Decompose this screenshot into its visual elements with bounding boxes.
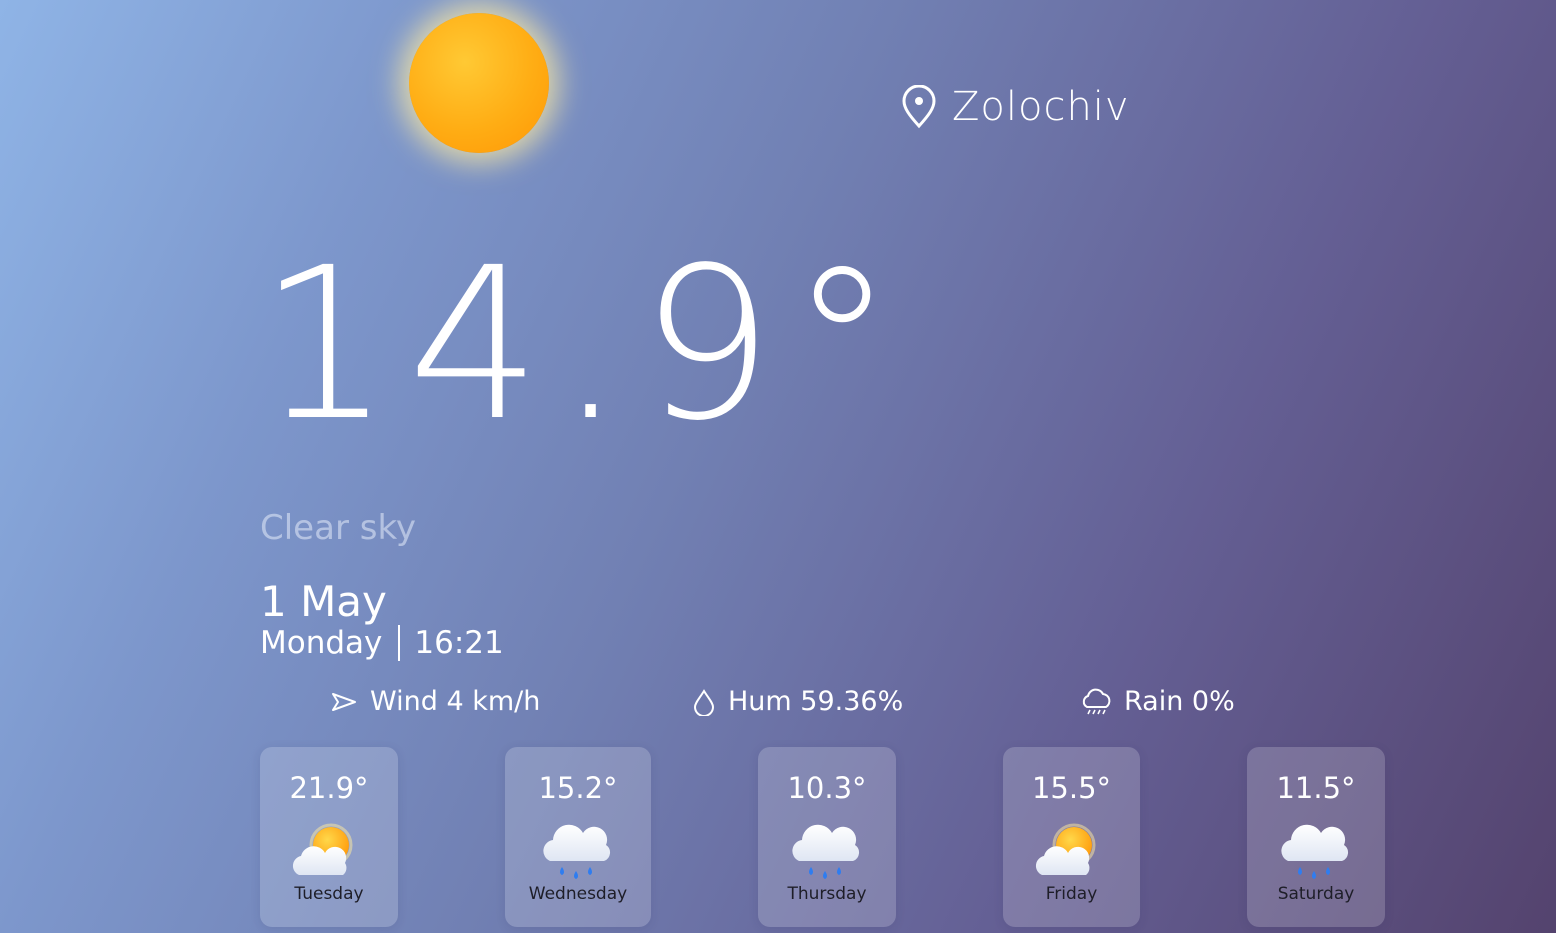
partly-cloudy-icon [289, 823, 369, 885]
rain-icon [538, 823, 618, 885]
current-temperature: 14.9° [258, 222, 911, 467]
location-city: Zolochiv [952, 84, 1130, 130]
forecast-day: Thursday [787, 884, 867, 904]
rain-text: Rain 0% [1124, 686, 1235, 717]
current-time: 16:21 [414, 625, 504, 661]
forecast-card-saturday[interactable]: 11.5° Saturday [1247, 747, 1385, 927]
forecast-temp: 15.2° [538, 771, 618, 805]
wind-stat: Wind 4 km/h [330, 686, 540, 717]
current-date: 1 May [260, 577, 387, 626]
forecast-day: Tuesday [294, 884, 364, 904]
forecast-day: Wednesday [528, 884, 628, 904]
location[interactable]: Zolochiv [900, 84, 1130, 130]
forecast-day: Saturday [1277, 884, 1355, 904]
forecast-card-thursday[interactable]: 10.3° Thursday [758, 747, 896, 927]
wind-text: Wind 4 km/h [370, 686, 541, 717]
forecast-temp: 11.5° [1276, 771, 1356, 805]
rain-icon [1276, 823, 1356, 885]
divider [398, 625, 401, 661]
forecast-card-tuesday[interactable]: 21.9° Tuesday [260, 747, 398, 927]
forecast-temp: 10.3° [787, 771, 867, 805]
forecast-card-wednesday[interactable]: 15.2° Wednesday [505, 747, 651, 927]
weather-condition: Clear sky [260, 508, 417, 548]
map-pin-icon [902, 85, 936, 129]
sun-icon [409, 13, 549, 153]
forecast-temp: 15.5° [1031, 771, 1112, 805]
wind-arrow-icon [332, 692, 356, 711]
humidity-stat: Hum 59.36% [692, 686, 903, 717]
forecast-card-friday[interactable]: 15.5° Friday [1003, 747, 1140, 927]
partly-cloudy-icon [1032, 823, 1112, 885]
day-time-line: Monday 16:21 [260, 625, 504, 661]
rain-icon [787, 823, 867, 885]
droplet-icon [693, 688, 715, 716]
rain-stat: Rain 0% [1080, 686, 1235, 717]
forecast-day: Friday [1045, 884, 1098, 904]
rain-cloud-icon [1082, 688, 1111, 714]
humidity-text: Hum 59.36% [728, 686, 904, 717]
forecast-temp: 21.9° [289, 771, 369, 805]
current-weekday: Monday [260, 625, 383, 661]
